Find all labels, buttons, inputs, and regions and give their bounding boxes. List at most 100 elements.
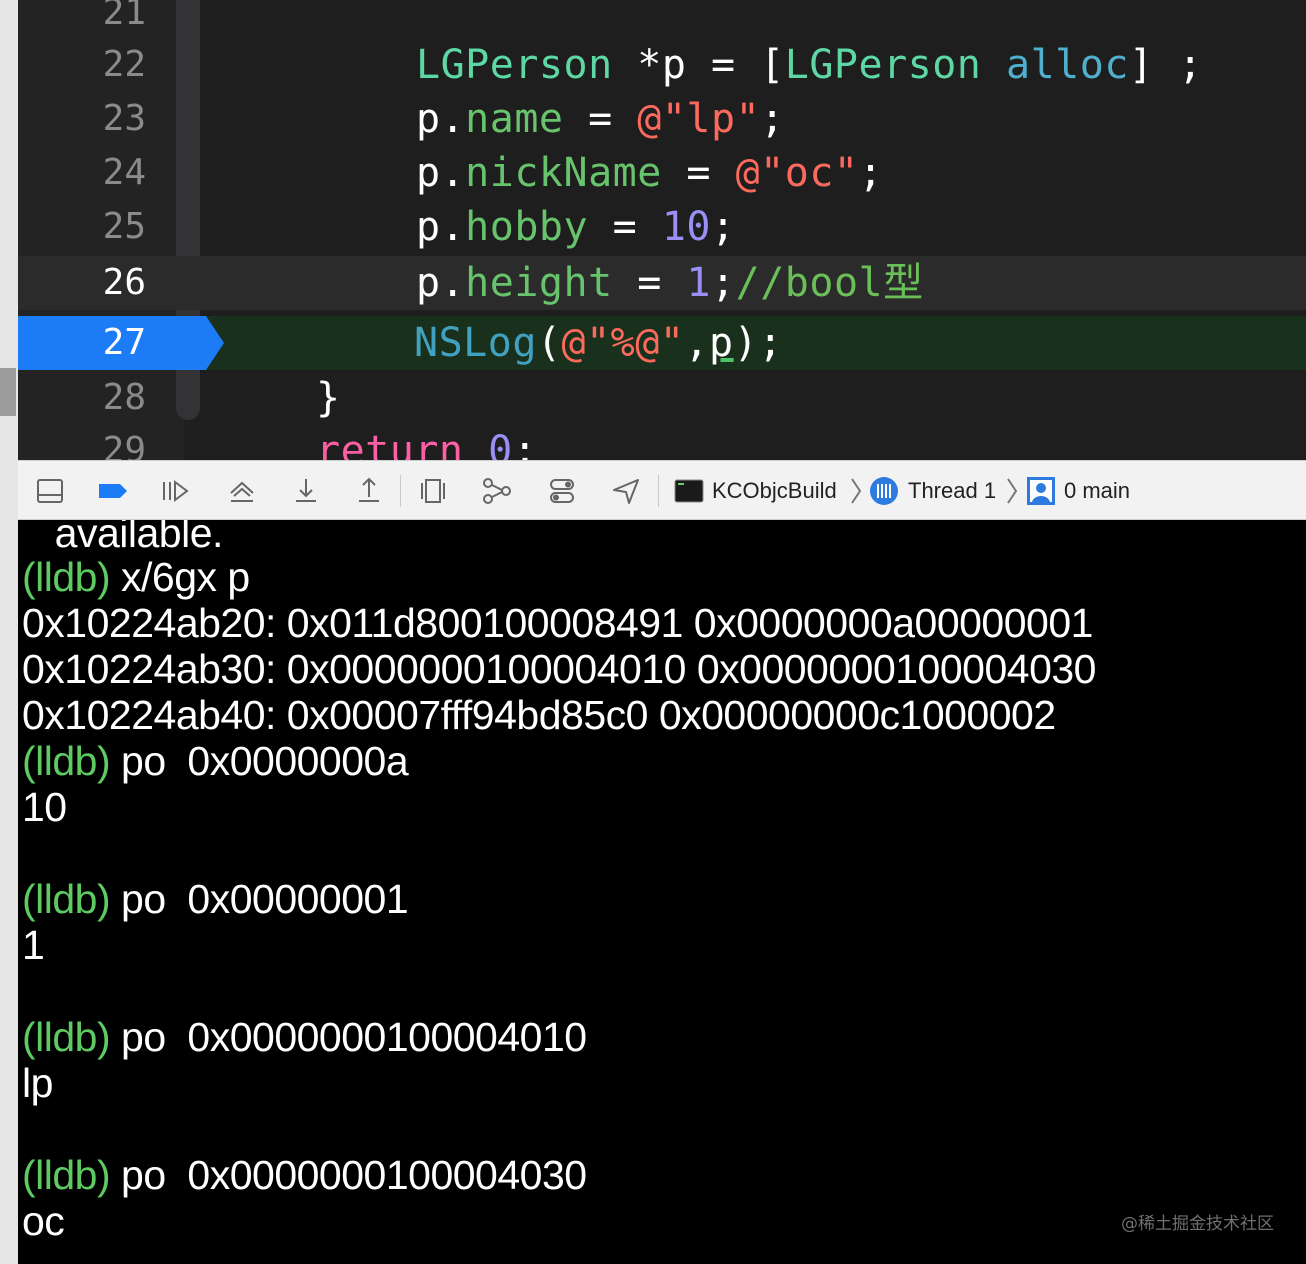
step-over-icon[interactable]	[226, 475, 258, 507]
splitter-handle[interactable]	[0, 368, 16, 416]
console-line: lp	[22, 1060, 53, 1106]
code-line-24: 24 p.nickName = @"oc";	[18, 146, 1306, 200]
console-command: po 0x0000000100004010	[110, 1014, 587, 1060]
code-text: return 0;	[316, 424, 537, 460]
console-line: 0x10224ab20: 0x011d800100008491 0x000000…	[22, 600, 1093, 646]
function-token: NSLog	[414, 320, 537, 366]
console-line: 10	[22, 784, 67, 830]
console-line: (lldb) po 0x0000000100004030	[22, 1152, 587, 1198]
code-text: p.hobby = 10;	[416, 200, 736, 254]
code-line-22: 22 LGPerson *p = [LGPerson alloc] ;	[18, 38, 1306, 92]
console-command: po 0x0000000a	[110, 738, 409, 784]
debug-view-hierarchy-icon[interactable]	[417, 475, 449, 507]
lldb-prompt: (lldb)	[22, 554, 111, 600]
property-token: nickName	[465, 150, 662, 196]
environment-overrides-icon[interactable]	[546, 475, 578, 507]
method-token: alloc	[1005, 42, 1129, 88]
chevron-right-icon	[849, 475, 863, 507]
keyword-token: return	[316, 428, 464, 460]
chevron-right-icon	[1005, 475, 1019, 507]
console-line: (lldb) po 0x0000000a	[22, 738, 409, 784]
stack-frame-crumb[interactable]: 0 main	[1064, 475, 1130, 507]
step-into-icon[interactable]	[290, 475, 322, 507]
console-command: x/6gx p	[110, 554, 250, 600]
code-token: ] ;	[1128, 42, 1203, 88]
code-line-21: 21	[18, 0, 1306, 40]
code-token: p.	[416, 260, 466, 306]
code-token: p.	[416, 204, 466, 250]
number-token: 0	[488, 428, 513, 460]
variable-token: p	[709, 320, 734, 366]
line-number: 27	[102, 322, 146, 363]
comment-token: //bool型	[735, 260, 924, 306]
stack-frame-icon	[1025, 475, 1057, 507]
number-token: 10	[661, 204, 712, 250]
step-out-icon[interactable]	[353, 475, 385, 507]
continue-icon[interactable]	[159, 475, 191, 507]
marker-arrow-tip	[206, 316, 224, 370]
code-token: p.	[416, 150, 466, 196]
console-output: oc	[22, 1198, 65, 1244]
thread-crumb[interactable]: Thread 1	[908, 475, 996, 507]
line-number: 26	[102, 262, 146, 303]
code-token: ;	[711, 204, 736, 250]
code-token: );	[733, 320, 783, 366]
code-token: (	[536, 320, 562, 366]
code-line-23: 23 p.name = @"lp";	[18, 92, 1306, 146]
toolbar-separator	[400, 475, 401, 507]
debug-console[interactable]: available. (lldb) x/6gx p 0x10224ab20: 0…	[18, 520, 1306, 1264]
code-token: =	[612, 260, 687, 306]
thread-icon	[868, 475, 900, 507]
code-line-27-execution: 27 NSLog(@"%@",p);	[18, 316, 1306, 370]
console-line: available.	[22, 520, 224, 556]
console-output: 0x10224ab20: 0x011d800100008491 0x000000…	[22, 600, 1093, 646]
toolbar-separator	[658, 475, 659, 507]
property-token: height	[465, 260, 613, 306]
window-left-edge	[0, 0, 18, 1264]
line-number: 29	[102, 430, 146, 460]
line-number: 24	[102, 152, 146, 193]
debug-bar: KCObjcBuild Thread 1 0 main	[18, 460, 1306, 520]
code-text: LGPerson *p = [LGPerson alloc] ;	[416, 38, 1203, 92]
class-token: LGPerson	[784, 42, 982, 88]
hide-debug-area-icon[interactable]	[34, 475, 66, 507]
source-editor[interactable]: 21 22 LGPerson *p = [LGPerson alloc] ; 2…	[18, 0, 1306, 460]
code-text: p.name = @"lp";	[416, 92, 785, 146]
line-number: 28	[102, 377, 146, 418]
code-token: =	[563, 96, 638, 142]
code-line-29: 29 return 0;	[18, 424, 1306, 460]
line-number: 21	[102, 0, 146, 33]
simulate-location-icon[interactable]	[610, 475, 642, 507]
code-line-25: 25 p.hobby = 10;	[18, 200, 1306, 254]
lldb-prompt: (lldb)	[22, 876, 111, 922]
console-line: 1	[22, 922, 45, 968]
number-token: 1	[686, 260, 712, 306]
console-output: lp	[22, 1060, 53, 1106]
code-token: ;	[760, 96, 785, 142]
lldb-prompt: (lldb)	[22, 738, 111, 784]
console-line: (lldb) po 0x00000001	[22, 876, 409, 922]
console-command: po 0x0000000100004030	[110, 1152, 587, 1198]
console-command: po 0x00000001	[110, 876, 409, 922]
string-token: @"lp"	[637, 96, 761, 142]
code-text: }	[316, 375, 341, 421]
code-token: *p = [	[612, 42, 785, 88]
code-text: p.height = 1;//bool型	[416, 256, 924, 310]
property-token: name	[465, 96, 564, 142]
watermark: @稀土掘金技术社区	[1121, 1214, 1274, 1234]
console-line: (lldb) po 0x0000000100004010	[22, 1014, 587, 1060]
scheme-target-crumb[interactable]: KCObjcBuild	[712, 475, 837, 507]
class-token: LGPerson	[416, 42, 613, 88]
breakpoints-toggle-icon[interactable]	[96, 475, 128, 507]
code-token: ,	[684, 320, 710, 366]
line-number: 23	[102, 98, 146, 139]
console-output: 10	[22, 784, 67, 830]
console-output: 1	[22, 922, 45, 968]
console-output: available.	[22, 520, 224, 556]
console-line: oc	[22, 1198, 65, 1244]
code-token: ;	[858, 150, 884, 196]
console-line: (lldb) x/6gx p	[22, 554, 250, 600]
memory-graph-icon[interactable]	[481, 475, 513, 507]
